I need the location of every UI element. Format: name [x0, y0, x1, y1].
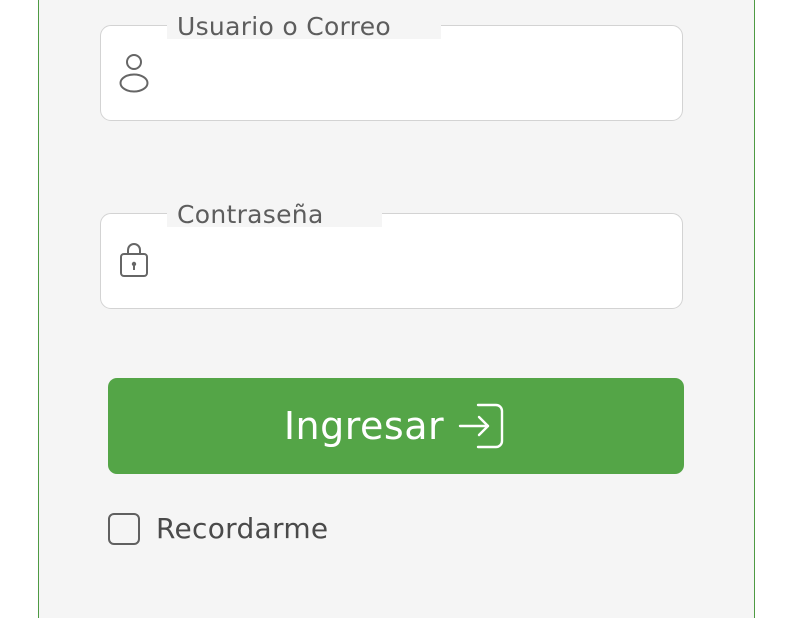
remember-checkbox[interactable]	[108, 512, 140, 545]
username-input[interactable]	[165, 52, 666, 98]
password-field[interactable]: Contraseña	[100, 202, 683, 309]
password-label: Contraseña	[167, 200, 382, 229]
login-button-label: Ingresar	[283, 404, 445, 448]
login-button[interactable]: Ingresar	[108, 378, 684, 474]
username-field[interactable]: Usuario o Correo	[100, 14, 683, 121]
remember-label: Recordarme	[156, 512, 329, 545]
user-icon	[119, 54, 149, 93]
remember-me[interactable]: Recordarme	[108, 512, 328, 545]
login-icon	[458, 403, 504, 449]
username-label-text: Usuario o Correo	[177, 12, 391, 41]
password-input[interactable]	[165, 240, 666, 286]
username-label: Usuario o Correo	[167, 12, 441, 41]
password-label-text: Contraseña	[177, 200, 324, 229]
lock-icon	[120, 243, 148, 277]
